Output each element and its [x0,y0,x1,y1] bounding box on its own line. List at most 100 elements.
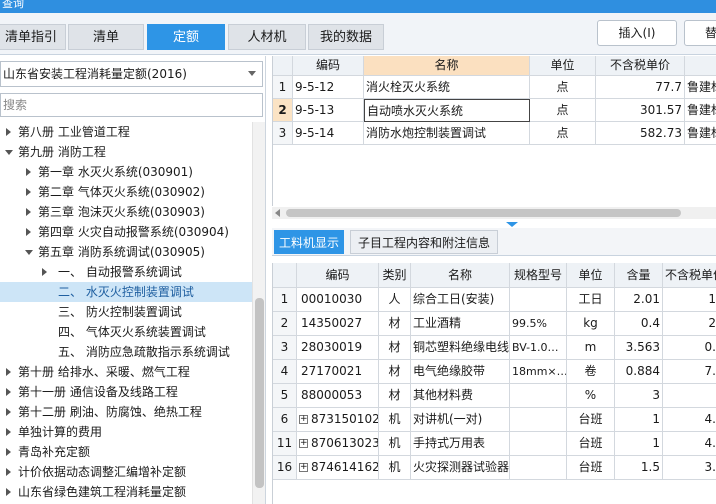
tree-node-qingdao[interactable]: 青岛补充定额 [0,442,252,462]
tab-material-display[interactable]: 工料机显示 [274,230,344,254]
price-cell[interactable]: 1 [663,288,716,312]
tree-node-section-1[interactable]: 一、 自动报警系统调试 [0,262,252,282]
tree-node-chapter-1[interactable]: 第一章 水灭火系统(030901) [0,162,252,182]
name-cell[interactable]: 手持式万用表 [411,432,510,456]
insert-button[interactable]: 插入(I) [597,20,677,46]
expand-arrow-icon[interactable] [6,428,11,436]
type-cell[interactable]: 材 [379,384,411,408]
name-cell[interactable]: 其他材料费 [411,384,510,408]
spec-cell[interactable] [510,432,567,456]
code-cell[interactable]: 9-5-14 [293,122,364,145]
tree-node-chapter-5[interactable]: 第五章 消防系统调试(030905) [0,242,252,262]
table-row[interactable]: 4 27170021 材 电气绝缘胶带 18mm×… 卷 0.884 7. [273,360,716,384]
price-cell[interactable]: 7. [663,360,716,384]
code-cell[interactable]: 14350027 [297,312,379,336]
type-cell[interactable]: 人 [379,288,411,312]
quota-library-select[interactable]: 山东省安装工程消耗量定额(2016) [0,61,263,87]
scrollbar-thumb[interactable] [255,298,264,488]
tab-bill[interactable]: 清单 [68,24,144,50]
table-row[interactable]: 2 14350027 材 工业酒精 99.5% kg 0.4 2 [273,312,716,336]
unit-cell[interactable]: 台班 [567,456,615,480]
expand-arrow-icon[interactable] [42,268,47,276]
price-cell[interactable]: 2 [663,312,716,336]
search-field[interactable] [0,93,263,117]
table-row[interactable]: 6 +873150102 机 对讲机(一对) 台班 1 4. [273,408,716,432]
scroll-left-icon[interactable] [275,209,280,217]
tree-scrollbar[interactable] [252,122,265,504]
expand-arrow-icon[interactable] [6,368,11,376]
unit-cell[interactable]: 工日 [567,288,615,312]
price-cell[interactable] [663,384,716,408]
tree-node-book-10[interactable]: 第十册 给排水、采暖、燃气工程 [0,362,252,382]
tree-node-extra-fees[interactable]: 单独计算的费用 [0,422,252,442]
code-cell[interactable]: 00010030 [297,288,379,312]
price-cell[interactable]: 4. [663,432,716,456]
code-cell[interactable]: 27170021 [297,360,379,384]
header-spec[interactable]: 规格型号 [510,263,567,288]
code-cell[interactable]: 9-5-13 [293,99,364,122]
expand-arrow-icon[interactable] [6,448,11,456]
price-cell[interactable]: 582.73 [596,122,685,145]
unit-cell[interactable]: % [567,384,615,408]
price-cell[interactable]: 3. [663,456,716,480]
expand-arrow-icon[interactable] [6,388,11,396]
table-row[interactable]: 2 9-5-13 自动喷水灭火系统 点 301.57 鲁建标 [273,99,716,122]
header-name[interactable]: 名称 [411,263,510,288]
collapse-arrow-icon[interactable] [5,150,13,155]
tree-node-chapter-2[interactable]: 第二章 气体灭火系统(030902) [0,182,252,202]
code-cell[interactable]: +870613023 [297,432,379,456]
replace-button[interactable]: 替 [684,20,716,46]
table-row[interactable]: 3 28030019 材 铜芯塑料绝缘电线 BV-1.0… m 3.563 0. [273,336,716,360]
table-row[interactable]: 5 88000053 材 其他材料费 % 3 [273,384,716,408]
header-unit[interactable]: 单位 [530,56,596,76]
name-cell[interactable]: 铜芯塑料绝缘电线 [411,336,510,360]
unit-cell[interactable]: 点 [530,122,596,145]
price-cell[interactable]: 0. [663,336,716,360]
name-cell[interactable]: 自动喷水灭火系统 [364,99,530,122]
name-cell[interactable]: 综合工日(安装) [411,288,510,312]
unit-cell[interactable]: 点 [530,76,596,99]
qty-cell[interactable]: 1 [615,432,663,456]
unit-cell[interactable]: 卷 [567,360,615,384]
header-extra[interactable] [685,56,716,76]
spec-cell[interactable]: 99.5% [510,312,567,336]
qty-cell[interactable]: 3 [615,384,663,408]
expand-plus-icon[interactable]: + [299,415,308,424]
qty-cell[interactable]: 0.884 [615,360,663,384]
type-cell[interactable]: 机 [379,432,411,456]
code-cell[interactable]: 88000053 [297,384,379,408]
type-cell[interactable]: 机 [379,408,411,432]
name-cell[interactable]: 工业酒精 [411,312,510,336]
type-cell[interactable]: 材 [379,336,411,360]
spec-cell[interactable]: BV-1.0… [510,336,567,360]
table-row[interactable]: 16 +874614162 机 火灾探测器试验器 台班 1.5 3. [273,456,716,480]
header-code[interactable]: 编码 [293,56,364,76]
qty-cell[interactable]: 2.01 [615,288,663,312]
header-code[interactable]: 编码 [297,263,379,288]
tree-node-dynamic-adjust[interactable]: 计价依据动态调整汇编增补定额 [0,462,252,482]
extra-cell[interactable]: 鲁建标 [685,122,716,145]
tab-my-data[interactable]: 我的数据 [308,24,384,50]
spec-cell[interactable] [510,456,567,480]
header-price[interactable]: 不含税单价 [596,56,685,76]
tree-node-book-11[interactable]: 第十一册 通信设备及线路工程 [0,382,252,402]
search-input[interactable] [1,94,262,116]
expand-arrow-icon[interactable] [26,188,31,196]
unit-cell[interactable]: 台班 [567,432,615,456]
extra-cell[interactable]: 鲁建标 [685,76,716,99]
expand-arrow-icon[interactable] [6,468,11,476]
expand-arrow-icon[interactable] [26,208,31,216]
header-price[interactable]: 不含税单价 [663,263,716,288]
unit-cell[interactable]: 点 [530,99,596,122]
type-cell[interactable]: 机 [379,456,411,480]
spec-cell[interactable] [510,288,567,312]
collapse-arrow-icon[interactable] [25,250,33,255]
table-row[interactable]: 3 9-5-14 消防水炮控制装置调试 点 582.73 鲁建标 [273,122,716,145]
scrollbar-thumb[interactable] [286,209,681,217]
table-row[interactable]: 1 00010030 人 综合工日(安装) 工日 2.01 1 [273,288,716,312]
table-row[interactable]: 1 9-5-12 消火栓灭火系统 点 77.7 鲁建标 [273,76,716,99]
tree-node-section-2[interactable]: 二、 水灭火控制装置调试 [0,282,252,302]
tab-list-guide[interactable]: 清单指引 [0,24,66,50]
tree-node-book-12[interactable]: 第十二册 刷油、防腐蚀、绝热工程 [0,402,252,422]
code-cell[interactable]: +874614162 [297,456,379,480]
